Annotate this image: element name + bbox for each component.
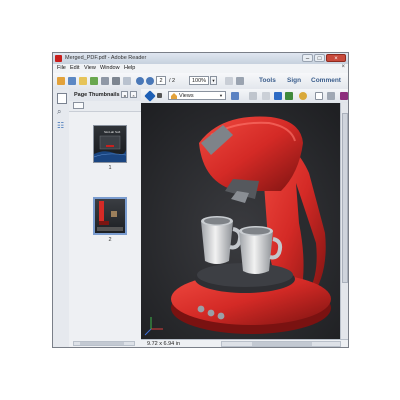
menu-view[interactable]: View xyxy=(84,65,96,71)
viewport-scroll-thumb[interactable] xyxy=(342,113,348,283)
thumbnails-toolbar xyxy=(69,101,141,112)
animation-play-icon[interactable] xyxy=(249,92,257,100)
close-panel-icon[interactable]: × xyxy=(130,91,137,98)
edit-file-icon[interactable] xyxy=(79,77,87,85)
thumbnails-title: Page Thumbnails xyxy=(74,92,120,98)
sign-link[interactable]: Sign xyxy=(287,77,301,84)
menu-window[interactable]: Window xyxy=(100,65,120,71)
read-mode-icon[interactable] xyxy=(236,77,244,85)
zoom-dropdown-icon[interactable]: ▼ xyxy=(210,76,217,85)
page-thumbnail-2[interactable] xyxy=(93,197,127,235)
views-dropdown[interactable]: Views ▼ xyxy=(168,91,226,100)
page-thumbnails-icon[interactable] xyxy=(57,93,67,104)
save-icon[interactable] xyxy=(101,77,109,85)
3d-model-viewport[interactable] xyxy=(141,103,340,339)
lighting-icon[interactable] xyxy=(299,92,307,100)
background-color-icon[interactable] xyxy=(315,92,323,100)
views-label: Views xyxy=(179,93,194,99)
document-close-icon[interactable]: × xyxy=(341,64,345,70)
collapse-panel-icon[interactable]: ◂ xyxy=(121,91,128,98)
previous-page-icon[interactable] xyxy=(136,77,144,85)
render-mode-icon[interactable] xyxy=(285,92,293,100)
email-icon[interactable] xyxy=(123,77,131,85)
menu-file[interactable]: File xyxy=(57,65,66,71)
adobe-reader-window: Merged_PDF.pdf - Adobe Reader – □ × File… xyxy=(52,52,349,348)
thumbnail-1-brand: SimLab Soft xyxy=(104,130,121,134)
status-bar: 9.72 x 6.94 in xyxy=(141,339,348,347)
menu-help[interactable]: Help xyxy=(124,65,135,71)
minimize-button[interactable]: – xyxy=(302,54,313,62)
page-thumbnails-panel: Page Thumbnails ◂ × SimLab Soft 1 2 xyxy=(69,89,142,347)
views-dropdown-arrow-icon: ▼ xyxy=(219,93,223,98)
open-icon[interactable] xyxy=(68,77,76,85)
main-toolbar: 2 / 2 100% ▼ Tools Sign Comment xyxy=(53,73,348,90)
tools-link[interactable]: Tools xyxy=(259,77,276,84)
print-icon[interactable] xyxy=(112,77,120,85)
viewport-vertical-scrollbar[interactable] xyxy=(340,103,348,339)
attachments-icon[interactable]: ⌕ xyxy=(57,107,65,116)
menu-edit[interactable]: Edit xyxy=(70,65,79,71)
thumbnail-1-label: 1 xyxy=(108,165,112,171)
layers-icon[interactable]: ☷ xyxy=(57,121,65,130)
create-pdf-icon[interactable] xyxy=(57,77,65,85)
next-page-icon[interactable] xyxy=(146,77,154,85)
page-size-label: 9.72 x 6.94 in xyxy=(147,341,181,347)
page-number-input[interactable]: 2 xyxy=(156,76,166,85)
thumbnail-options-icon[interactable] xyxy=(73,102,84,109)
measure-icon[interactable] xyxy=(340,92,348,100)
cross-section-icon[interactable] xyxy=(327,92,335,100)
home-icon xyxy=(171,93,177,99)
adobe-reader-icon xyxy=(55,55,62,62)
thumbnails-scroll-thumb[interactable] xyxy=(80,342,124,345)
thumbnail-2-artwork xyxy=(97,201,123,231)
thumbnails-scrollbar[interactable] xyxy=(73,341,135,346)
close-button[interactable]: × xyxy=(326,54,346,62)
rotate-tool-icon[interactable] xyxy=(144,90,156,102)
coffee-machine-model xyxy=(141,103,340,339)
3d-toolbar: Views ▼ xyxy=(141,89,348,104)
maximize-button[interactable]: □ xyxy=(314,54,325,62)
horizontal-scroll-thumb[interactable] xyxy=(252,342,312,346)
page-total: / 2 xyxy=(169,78,176,84)
viewport-horizontal-scrollbar[interactable] xyxy=(221,341,341,347)
title-bar: Merged_PDF.pdf - Adobe Reader – □ × xyxy=(53,53,348,64)
thumbnail-2-label: 2 xyxy=(108,237,112,243)
model-tree-icon[interactable] xyxy=(274,92,282,100)
comment-link[interactable]: Comment xyxy=(311,77,341,84)
page-fit-icon[interactable] xyxy=(225,77,233,85)
window-title: Merged_PDF.pdf - Adobe Reader xyxy=(65,55,147,61)
zoom-input[interactable]: 100% xyxy=(189,76,209,85)
upload-icon[interactable] xyxy=(90,77,98,85)
page-thumbnail-1[interactable]: SimLab Soft xyxy=(93,125,127,163)
navigation-pane-strip: ⌕ ☷ xyxy=(53,89,70,347)
animation-step-icon[interactable] xyxy=(262,92,270,100)
tool-dropdown-icon[interactable] xyxy=(157,93,162,98)
view-settings-icon[interactable] xyxy=(231,92,239,100)
